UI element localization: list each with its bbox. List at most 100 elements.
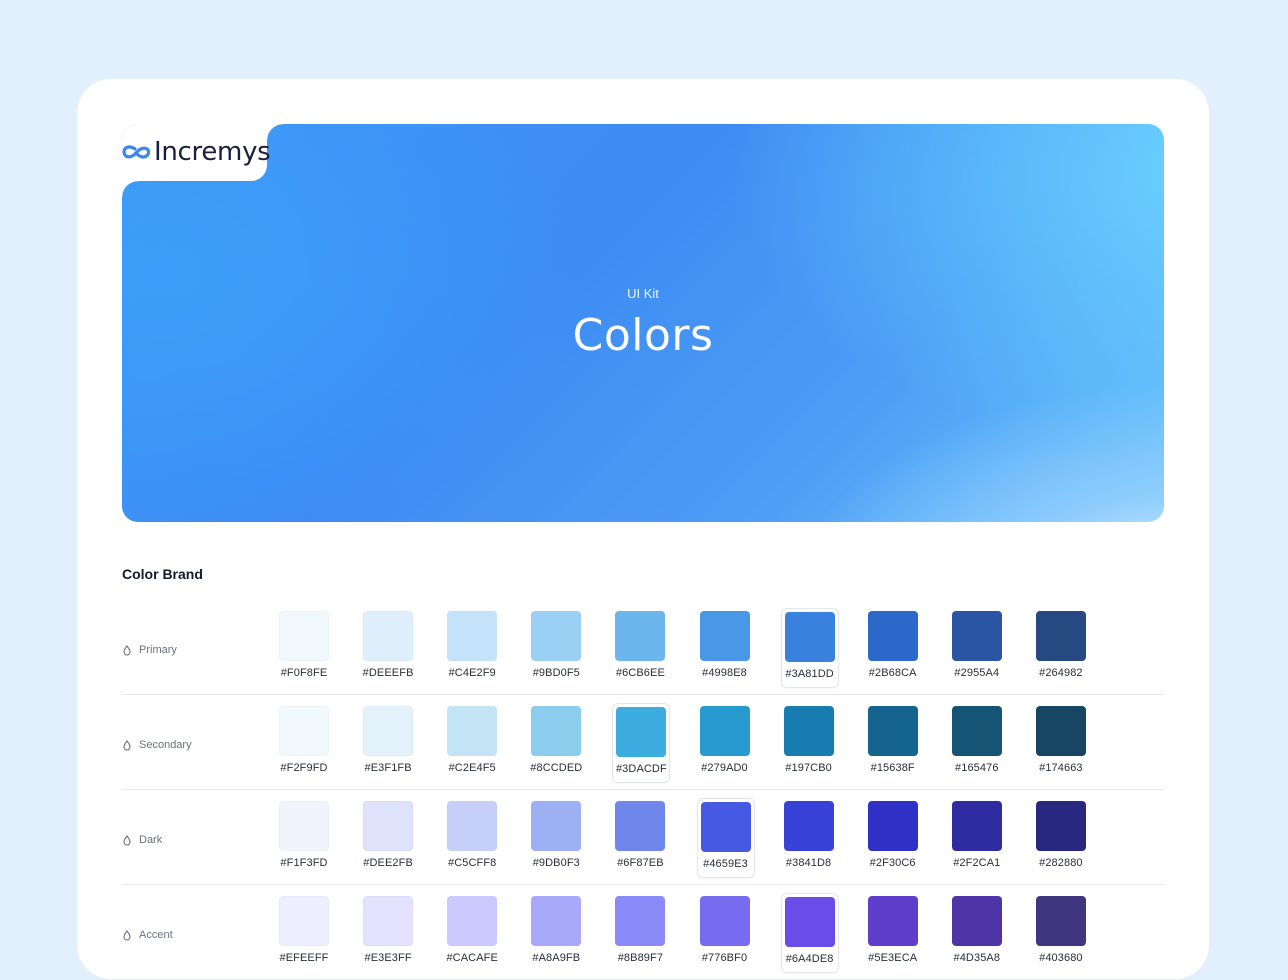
palette-row-label: Secondary xyxy=(122,739,192,751)
color-swatch[interactable] xyxy=(784,897,835,947)
color-swatch[interactable] xyxy=(867,801,918,851)
infinity-logo-icon xyxy=(122,145,150,159)
color-swatch-item[interactable]: #165476 xyxy=(949,703,1005,781)
color-swatch[interactable] xyxy=(363,801,414,851)
color-swatch[interactable] xyxy=(615,801,666,851)
color-swatch[interactable] xyxy=(951,706,1002,756)
color-swatch-item[interactable]: #F1F3FD xyxy=(276,798,332,876)
color-swatch-item[interactable]: #5E3ECA xyxy=(865,893,921,971)
color-swatch[interactable] xyxy=(279,896,329,946)
color-swatch-item[interactable]: #3841D8 xyxy=(781,798,837,876)
color-swatch-item[interactable]: #4659E3 xyxy=(696,798,755,878)
color-swatch[interactable] xyxy=(447,896,498,946)
color-swatch[interactable] xyxy=(867,706,918,756)
color-swatch-item[interactable]: #6A4DE8 xyxy=(780,893,839,973)
color-swatch[interactable] xyxy=(784,612,835,662)
color-swatch[interactable] xyxy=(699,896,750,946)
color-swatch-item[interactable]: #F2F9FD xyxy=(276,703,332,781)
color-swatch-item[interactable]: #C5CFF8 xyxy=(444,798,500,876)
color-swatch-item[interactable]: #2955A4 xyxy=(949,608,1005,686)
color-hex-label: #174663 xyxy=(1039,762,1083,774)
color-swatch[interactable] xyxy=(531,706,582,756)
color-swatch[interactable] xyxy=(783,801,834,851)
color-swatch[interactable] xyxy=(699,611,750,661)
color-swatch[interactable] xyxy=(616,707,667,757)
color-swatch-item[interactable]: #9BD0F5 xyxy=(528,608,584,686)
color-swatch-item[interactable]: #15638F xyxy=(865,703,921,781)
color-hex-label: #3A81DD xyxy=(785,668,834,680)
color-swatch[interactable] xyxy=(700,802,751,852)
color-swatch-item[interactable]: #6CB6EE xyxy=(612,608,668,686)
color-swatch[interactable] xyxy=(447,611,498,661)
palette-name: Dark xyxy=(139,834,163,846)
color-swatch-item[interactable]: #E3E3FF xyxy=(360,893,416,971)
color-swatch[interactable] xyxy=(279,611,329,661)
color-swatch-item[interactable]: #E3F1FB xyxy=(360,703,416,781)
color-swatch[interactable] xyxy=(867,896,918,946)
color-swatch[interactable] xyxy=(363,896,414,946)
palette-name: Primary xyxy=(139,644,177,656)
color-swatch[interactable] xyxy=(1035,896,1086,946)
color-swatch-item[interactable]: #6F87EB xyxy=(612,798,668,876)
color-swatch[interactable] xyxy=(447,706,498,756)
color-hex-label: #3841D8 xyxy=(785,857,832,869)
color-swatch-item[interactable]: #264982 xyxy=(1033,608,1089,686)
color-swatch-item[interactable]: #776BF0 xyxy=(697,893,753,971)
color-swatch[interactable] xyxy=(363,611,414,661)
color-swatch[interactable] xyxy=(1035,801,1086,851)
color-hex-label: #9DB0F3 xyxy=(532,857,580,869)
color-swatch-item[interactable]: #282880 xyxy=(1033,798,1089,876)
color-swatch[interactable] xyxy=(531,801,582,851)
color-swatch-item[interactable]: #174663 xyxy=(1033,703,1089,781)
color-swatch[interactable] xyxy=(783,706,834,756)
color-swatch-item[interactable]: #4998E8 xyxy=(697,608,753,686)
color-swatch[interactable] xyxy=(951,801,1002,851)
color-swatch-item[interactable]: #DEE2FB xyxy=(360,798,416,876)
color-swatch-item[interactable]: #3A81DD xyxy=(780,608,839,688)
color-swatch[interactable] xyxy=(615,611,666,661)
palette-name: Secondary xyxy=(139,739,192,751)
color-swatch-item[interactable]: #C2E4F5 xyxy=(444,703,500,781)
color-swatch-item[interactable]: #2F30C6 xyxy=(865,798,921,876)
color-swatch[interactable] xyxy=(279,706,329,756)
color-swatch-item[interactable]: #3DACDF xyxy=(612,703,671,783)
color-hex-label: #F2F9FD xyxy=(280,762,328,774)
color-hex-label: #6CB6EE xyxy=(615,667,665,679)
color-swatch[interactable] xyxy=(279,801,329,851)
color-swatch[interactable] xyxy=(615,896,666,946)
color-swatch[interactable] xyxy=(447,801,498,851)
brand-logo[interactable]: Incremys xyxy=(122,134,271,170)
color-swatch[interactable] xyxy=(1035,611,1086,661)
color-swatch-item[interactable]: #EFEEFF xyxy=(276,893,332,971)
color-hex-label: #EFEEFF xyxy=(279,952,329,964)
color-hex-label: #197CB0 xyxy=(785,762,832,774)
color-swatch-item[interactable]: #8CCDED xyxy=(528,703,584,781)
color-swatch-item[interactable]: #279AD0 xyxy=(697,703,753,781)
hero-banner: UI Kit Colors xyxy=(122,124,1164,522)
color-swatch-item[interactable]: #DEEEFB xyxy=(360,608,416,686)
color-swatch[interactable] xyxy=(363,706,414,756)
color-swatch-item[interactable]: #F0F8FE xyxy=(276,608,332,686)
color-swatch[interactable] xyxy=(951,611,1002,661)
palette-name: Accent xyxy=(139,929,173,941)
color-swatch-item[interactable]: #C4E2F9 xyxy=(444,608,500,686)
color-hex-label: #2B68CA xyxy=(868,667,917,679)
color-swatch[interactable] xyxy=(531,896,582,946)
color-swatch-item[interactable]: #2F2CA1 xyxy=(949,798,1005,876)
color-swatch-item[interactable]: #CACAFE xyxy=(444,893,500,971)
color-swatch-item[interactable]: #403680 xyxy=(1033,893,1089,971)
color-swatch-item[interactable]: #8B89F7 xyxy=(612,893,668,971)
color-swatch-item[interactable]: #197CB0 xyxy=(781,703,837,781)
hero-title: Colors xyxy=(572,310,714,361)
color-swatch-item[interactable]: #4D35A8 xyxy=(949,893,1005,971)
color-swatch[interactable] xyxy=(699,706,750,756)
color-hex-label: #DEE2FB xyxy=(363,857,413,869)
color-swatch-item[interactable]: #2B68CA xyxy=(865,608,921,686)
color-swatch[interactable] xyxy=(531,611,582,661)
color-swatch-item[interactable]: #A8A9FB xyxy=(528,893,584,971)
color-swatch[interactable] xyxy=(951,896,1002,946)
color-swatch[interactable] xyxy=(867,611,918,661)
color-swatch-item[interactable]: #9DB0F3 xyxy=(528,798,584,876)
color-swatch[interactable] xyxy=(1035,706,1086,756)
color-hex-label: #165476 xyxy=(955,762,999,774)
